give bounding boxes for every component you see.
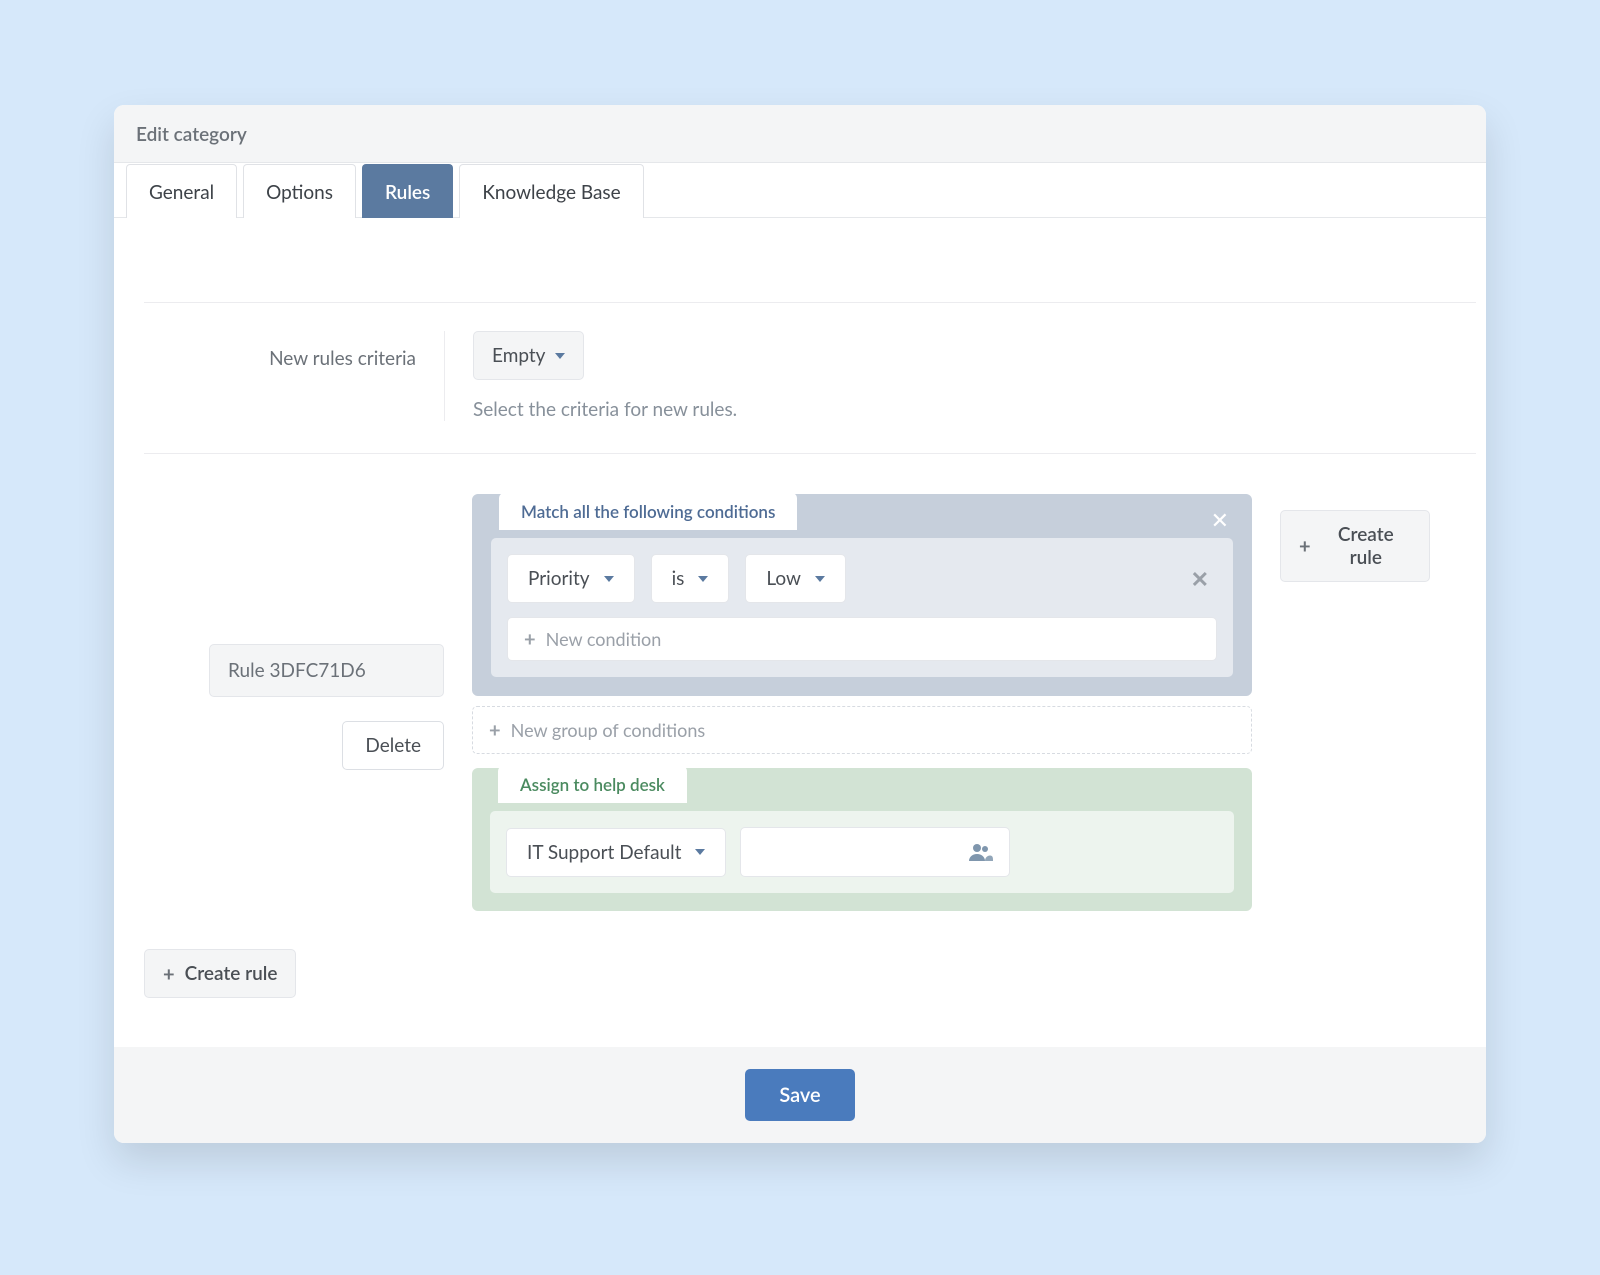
condition-operator-select[interactable]: is: [651, 554, 730, 603]
condition-value: Low: [766, 567, 801, 590]
criteria-value: Empty: [492, 344, 545, 367]
conditions-list: Priority is Low: [491, 538, 1233, 677]
plus-icon: +: [489, 720, 501, 740]
plus-icon: +: [163, 964, 175, 984]
condition-operator: is: [672, 567, 685, 590]
close-icon[interactable]: ✕: [1211, 509, 1229, 531]
new-condition-group-button[interactable]: + New group of conditions: [472, 706, 1252, 754]
conditions-title: Match all the following conditions: [499, 493, 797, 530]
tab-options[interactable]: Options: [243, 164, 356, 218]
condition-field-select[interactable]: Priority: [507, 554, 635, 603]
edit-category-modal: Edit category General Options Rules Know…: [114, 105, 1486, 1143]
modal-title: Edit category: [114, 105, 1486, 163]
new-condition-label: New condition: [546, 628, 662, 650]
condition-row: Priority is Low: [507, 554, 1217, 603]
chevron-down-icon: [815, 576, 825, 582]
rule-name-input[interactable]: [209, 644, 444, 697]
tab-knowledge-base[interactable]: Knowledge Base: [459, 164, 643, 218]
new-condition-button[interactable]: + New condition: [507, 617, 1217, 661]
criteria-select[interactable]: Empty: [473, 331, 584, 380]
create-rule-label: Create rule: [1321, 523, 1411, 569]
tab-rules[interactable]: Rules: [362, 164, 453, 218]
chevron-down-icon: [555, 353, 565, 359]
new-rules-criteria-row: New rules criteria Empty Select the crit…: [144, 331, 1476, 421]
create-rule-button-side[interactable]: + Create rule: [1280, 510, 1430, 582]
plus-icon: +: [1299, 536, 1311, 556]
action-people-select[interactable]: [740, 827, 1010, 877]
tabs: General Options Rules Knowledge Base: [114, 163, 1486, 218]
condition-value-select[interactable]: Low: [745, 554, 846, 603]
action-group: Assign to help desk IT Support Default: [472, 768, 1252, 911]
rules-panel: New rules criteria Empty Select the crit…: [114, 218, 1486, 1047]
delete-rule-button[interactable]: Delete: [342, 721, 444, 770]
action-target-select[interactable]: IT Support Default: [506, 828, 726, 877]
create-rule-button-bottom[interactable]: + Create rule: [144, 949, 296, 998]
chevron-down-icon: [698, 576, 708, 582]
people-icon: [969, 839, 993, 866]
conditions-group: Match all the following conditions ✕ Pri…: [472, 494, 1252, 696]
condition-field: Priority: [528, 567, 590, 590]
remove-condition-icon[interactable]: ✕: [1191, 565, 1217, 593]
chevron-down-icon: [695, 849, 705, 855]
action-target: IT Support Default: [527, 841, 681, 864]
rule-editor: Delete Match all the following condition…: [144, 494, 1476, 911]
modal-footer: Save: [114, 1047, 1486, 1143]
new-group-label: New group of conditions: [511, 719, 706, 741]
plus-icon: +: [524, 629, 536, 649]
criteria-hint: Select the criteria for new rules.: [473, 398, 1476, 421]
save-button[interactable]: Save: [745, 1069, 854, 1121]
action-title: Assign to help desk: [498, 766, 687, 803]
tab-general[interactable]: General: [126, 164, 237, 218]
create-rule-label: Create rule: [185, 962, 278, 985]
chevron-down-icon: [604, 576, 614, 582]
criteria-label: New rules criteria: [144, 331, 444, 370]
